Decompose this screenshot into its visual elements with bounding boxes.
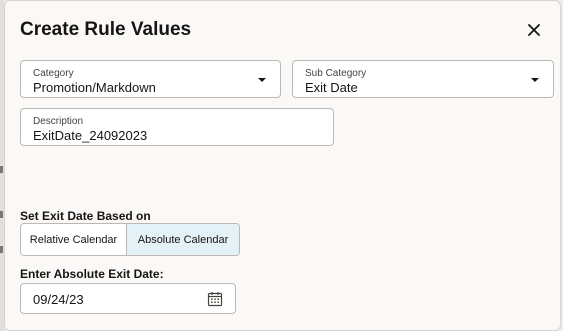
- description-value: ExitDate_24092023: [33, 128, 148, 143]
- chevron-down-icon: [531, 78, 539, 82]
- sub-category-value: Exit Date: [305, 80, 358, 95]
- exit-date-basis-toggle: Relative Calendar Absolute Calendar: [20, 223, 240, 256]
- category-label: Category: [33, 68, 74, 79]
- sub-category-select[interactable]: Sub Category Exit Date: [292, 60, 554, 98]
- sub-category-label: Sub Category: [305, 68, 367, 79]
- close-icon: [528, 24, 540, 36]
- absolute-calendar-button[interactable]: Absolute Calendar: [127, 224, 239, 255]
- close-button[interactable]: [523, 19, 545, 41]
- category-value: Promotion/Markdown: [33, 80, 156, 95]
- description-field[interactable]: Description ExitDate_24092023: [20, 108, 334, 146]
- create-rule-values-dialog: Create Rule Values Category Promotion/Ma…: [4, 0, 561, 331]
- absolute-exit-date-field: [20, 283, 236, 314]
- relative-calendar-button[interactable]: Relative Calendar: [21, 224, 127, 255]
- category-select[interactable]: Category Promotion/Markdown: [20, 60, 281, 98]
- dialog-title: Create Rule Values: [20, 19, 192, 40]
- chevron-down-icon: [258, 78, 266, 82]
- background-page-fragment: [0, 166, 3, 173]
- exit-date-basis-label: Set Exit Date Based on: [20, 209, 151, 223]
- absolute-exit-date-label: Enter Absolute Exit Date:: [20, 267, 164, 281]
- background-page-fragment: [0, 246, 3, 253]
- description-label: Description: [33, 116, 84, 127]
- calendar-icon[interactable]: [207, 291, 223, 307]
- absolute-exit-date-input[interactable]: [33, 291, 183, 307]
- background-page-fragment: [0, 211, 3, 218]
